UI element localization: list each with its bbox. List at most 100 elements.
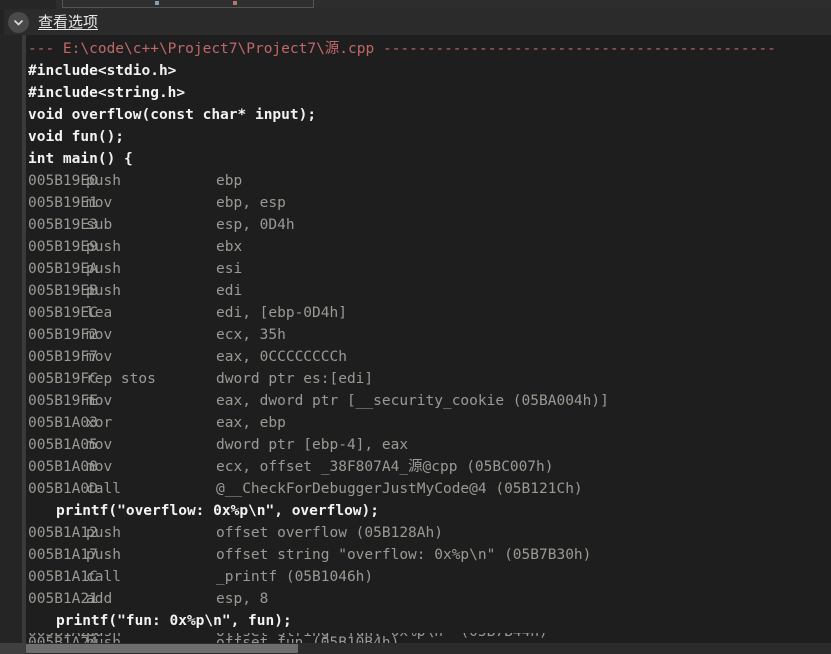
chevron-down-icon[interactable] (8, 11, 29, 33)
disassembly-window: 查看选项 --- E:\code\c++\Project7\Project7\源… (0, 0, 831, 654)
instruction-address: 005B1A21 (28, 591, 98, 607)
code-line-assembly: 005B19FCrep stos dword ptr es:[edi] (28, 368, 831, 390)
instruction-mnemonic: mov (86, 437, 113, 453)
instruction-mnemonic: call (86, 569, 121, 585)
code-line-assembly: 005B1A21add esp, 8 (28, 588, 831, 610)
instruction-address: 005B1A1C (28, 569, 98, 585)
clipped-tick-marker-2 (233, 1, 237, 5)
clipped-tick-marker-1 (155, 1, 159, 5)
code-line-assembly: 005B1A0Dcall @__CheckForDebuggerJustMyCod… (28, 478, 831, 500)
instruction-mnemonic: call (86, 481, 121, 497)
instruction-operands: ebp (216, 173, 243, 189)
code-line-assembly: 005B1A17push offset string "overflow: 0x%… (28, 544, 831, 566)
code-line-assembly: 005B19EBpush edi (28, 280, 831, 302)
instruction-address: 005B19EC (28, 305, 98, 321)
instruction-address: 005B1A08 (28, 459, 98, 475)
disassembly-code-pane[interactable]: --- E:\code\c++\Project7\Project7\源.cpp … (26, 35, 831, 654)
window-chrome-strip (0, 0, 831, 9)
code-line-source: void fun(); (28, 129, 125, 145)
instruction-address: 005B19EB (28, 283, 98, 299)
horizontal-scrollbar[interactable] (26, 643, 831, 654)
instruction-operands: eax, dword ptr [__security_cookie (05BA0… (216, 393, 609, 409)
code-line-source: int main() { (28, 151, 133, 167)
instruction-operands: edi (216, 283, 243, 299)
instruction-operands: offset string "overflow: 0x%p\n" (05B7B3… (216, 547, 592, 563)
code-line-source: printf("overflow: 0x%p\n", overflow); (56, 503, 380, 519)
code-line-assembly: 005B1A05mov dword ptr [ebp-4], eax (28, 434, 831, 456)
code-line-assembly: 005B19FEmov eax, dword ptr [__security_co… (28, 390, 831, 412)
instruction-operands: esp, 0D4h (216, 217, 295, 233)
code-line-assembly: 005B19E3sub esp, 0D4h (28, 214, 831, 236)
instruction-address: 005B19E9 (28, 239, 98, 255)
instruction-mnemonic: rep stos (86, 371, 156, 387)
instruction-operands: edi, [ebp-0D4h] (216, 305, 347, 321)
instruction-address: 005B19EA (28, 261, 98, 277)
view-options-header: 查看选项 (0, 9, 831, 35)
horizontal-scrollbar-thumb[interactable] (26, 644, 298, 653)
instruction-address: 005B1A03 (28, 415, 98, 431)
instruction-operands: offset overflow (05B128Ah) (216, 525, 443, 541)
scrollbar-corner (0, 643, 26, 654)
instruction-operands: _printf (05B1046h) (216, 569, 374, 585)
instruction-mnemonic: lea (86, 305, 113, 321)
code-line-assembly: 005B19E9push ebx (28, 236, 831, 258)
instruction-operands: ecx, 35h (216, 327, 286, 343)
instruction-mnemonic: mov (86, 327, 113, 343)
code-line-source: printf("fun: 0x%p\n", fun); (56, 613, 292, 629)
chrome-left-filler (0, 0, 56, 9)
instruction-address: 005B1A12 (28, 525, 98, 541)
instruction-mnemonic: sub (86, 217, 113, 233)
code-line-assembly: 005B1A1Ccall _printf (05B1046h) (28, 566, 831, 588)
instruction-operands: dword ptr es:[edi] (216, 371, 374, 387)
code-line-assembly: 005B1A03xor eax, ebp (28, 412, 831, 434)
instruction-mnemonic: push (86, 261, 121, 277)
instruction-address: 005B1A29 (28, 633, 98, 643)
code-line-assembly: 005B1A12push offset overflow (05B128Ah) (28, 522, 831, 544)
instruction-mnemonic: push (86, 173, 121, 189)
instruction-operands: dword ptr [ebp-4], eax (216, 437, 409, 453)
code-line-assembly: 005B1A08mov ecx, offset _38F807A4_源@cpp (… (28, 456, 831, 478)
instruction-address: 005B1A17 (28, 547, 98, 563)
instruction-operands: offset string "fun: 0x%p\n" (05B7B44h) (216, 633, 548, 640)
instruction-address: 005B19F2 (28, 327, 98, 343)
instruction-mnemonic: push (86, 283, 121, 299)
clipped-code-line-wrap: 005B1A29pushoffset string "fun: 0x%p\n" … (26, 633, 831, 643)
code-line-assembly: 005B19EClea edi, [ebp-0D4h] (28, 302, 831, 324)
instruction-address: 005B19E3 (28, 217, 98, 233)
clipped-toolbar-field[interactable] (62, 0, 314, 8)
instruction-mnemonic: add (86, 591, 113, 607)
code-line-assembly: 005B19EApush esi (28, 258, 831, 280)
editor-gutter[interactable] (0, 35, 22, 654)
code-line-source: #include<string.h> (28, 85, 186, 101)
instruction-mnemonic: push (86, 547, 121, 563)
instruction-operands: ecx, offset _38F807A4_源@cpp (05BC007h) (216, 459, 554, 475)
instruction-mnemonic: xor (86, 415, 113, 431)
instruction-mnemonic: push (86, 239, 121, 255)
instruction-address: 005B19E0 (28, 173, 98, 189)
instruction-operands: ebp, esp (216, 195, 286, 211)
instruction-address: 005B1A05 (28, 437, 98, 453)
instruction-mnemonic: mov (86, 459, 113, 475)
instruction-operands: eax, ebp (216, 415, 286, 431)
instruction-mnemonic: push (86, 633, 216, 643)
instruction-address: 005B1A0D (28, 481, 98, 497)
instruction-operands: esp, 8 (216, 591, 269, 607)
code-line-assembly: 005B19E1mov ebp, esp (28, 192, 831, 214)
code-line-source: #include<stdio.h> (28, 63, 177, 79)
instruction-operands: ebx (216, 239, 243, 255)
code-line-assembly: 005B19E0push ebp (28, 170, 831, 192)
code-line-comment: --- E:\code\c++\Project7\Project7\源.cpp … (28, 41, 776, 57)
instruction-mnemonic: mov (86, 195, 113, 211)
instruction-address: 005B19FC (28, 371, 98, 387)
view-options-label[interactable]: 查看选项 (38, 13, 98, 31)
instruction-mnemonic: mov (86, 393, 113, 409)
instruction-operands: @__CheckForDebuggerJustMyCode@4 (05B121C… (216, 481, 583, 497)
instruction-mnemonic: mov (86, 349, 113, 365)
instruction-address: 005B19F7 (28, 349, 98, 365)
instruction-address: 005B19E1 (28, 195, 98, 211)
instruction-operands: esi (216, 261, 243, 277)
code-line-list: --- E:\code\c++\Project7\Project7\源.cpp … (26, 38, 831, 654)
code-line-assembly: 005B19F2mov ecx, 35h (28, 324, 831, 346)
instruction-mnemonic: push (86, 525, 121, 541)
instruction-address: 005B19FE (28, 393, 98, 409)
